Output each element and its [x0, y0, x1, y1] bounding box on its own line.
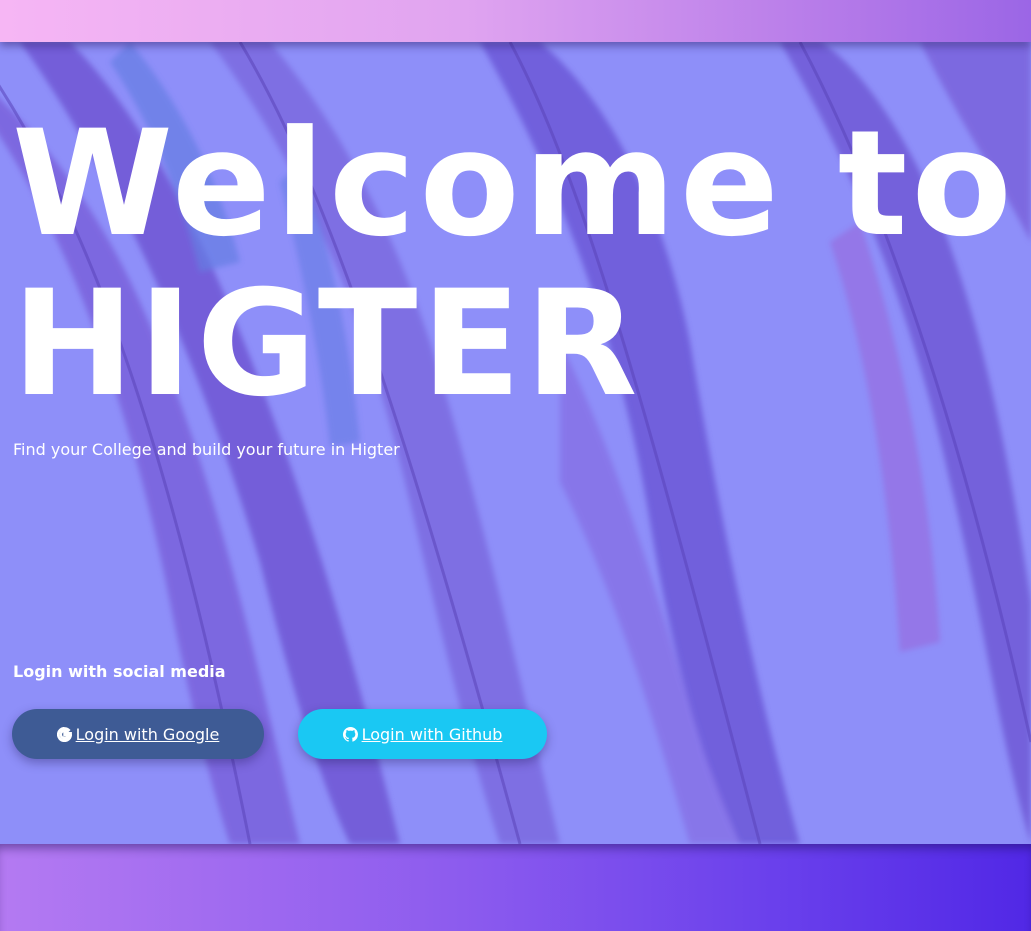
- google-icon: [56, 726, 72, 742]
- login-with-google-label: Login with Google: [75, 724, 220, 744]
- login-with-github-label: Login with Github: [361, 724, 503, 744]
- login-with-google-button[interactable]: Login with Google: [12, 709, 264, 759]
- login-with-github-button[interactable]: Login with Github: [298, 709, 547, 759]
- top-bar: [0, 0, 1031, 42]
- footer-bar: [0, 844, 1031, 931]
- github-icon: [342, 726, 358, 742]
- hero-title: Welcome to HIGTER: [12, 104, 1031, 424]
- hero-section: Welcome to HIGTER Find your College and …: [0, 42, 1031, 844]
- hero-title-line-2: HIGTER: [12, 259, 642, 429]
- landing-page: Welcome to HIGTER Find your College and …: [0, 0, 1031, 931]
- hero-tagline: Find your College and build your future …: [13, 440, 400, 459]
- social-login-heading: Login with social media: [13, 662, 226, 681]
- hero-content: Welcome to HIGTER Find your College and …: [0, 42, 1031, 844]
- hero-title-line-1: Welcome to: [12, 99, 1016, 269]
